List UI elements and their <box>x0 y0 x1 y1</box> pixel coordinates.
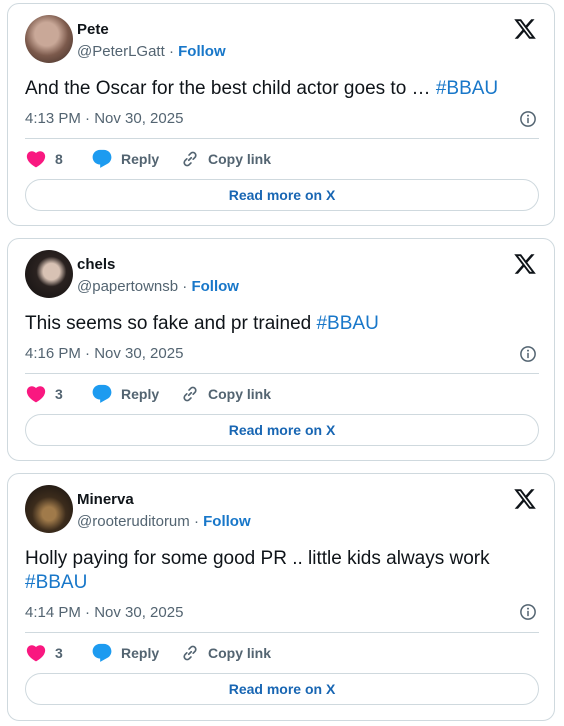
heart-icon <box>25 148 47 170</box>
follow-link[interactable]: Follow <box>191 278 239 295</box>
timestamp[interactable]: 4:14 PM · Nov 30, 2025 <box>25 604 183 621</box>
hashtag-link[interactable]: #BBAU <box>25 572 87 593</box>
hashtag-link[interactable]: #BBAU <box>316 313 378 334</box>
like-count: 3 <box>55 386 63 402</box>
link-icon <box>180 384 200 404</box>
tweet-card[interactable]: Pete @PeterLGatt · Follow And the Oscar … <box>7 3 555 226</box>
heart-icon <box>25 383 47 405</box>
avatar[interactable] <box>25 485 73 533</box>
copy-link-label: Copy link <box>208 645 272 661</box>
separator: · <box>168 43 174 60</box>
x-logo-icon[interactable] <box>513 487 537 511</box>
reply-button[interactable]: Reply <box>91 641 159 665</box>
copy-link-button[interactable]: Copy link <box>180 382 271 406</box>
author-name[interactable]: Minerva <box>77 491 134 508</box>
tweet-body: This seems so fake and pr trained <box>25 313 317 334</box>
read-more-button[interactable]: Read more on X <box>25 414 539 446</box>
reply-icon <box>91 642 113 664</box>
tweet-card[interactable]: Minerva @rooteruditorum · Follow Holly p… <box>7 473 555 721</box>
reply-button[interactable]: Reply <box>91 147 159 171</box>
timestamp[interactable]: 4:16 PM · Nov 30, 2025 <box>25 345 183 362</box>
hashtag-link[interactable]: #BBAU <box>436 78 498 99</box>
timestamp[interactable]: 4:13 PM · Nov 30, 2025 <box>25 110 183 127</box>
read-more-button[interactable]: Read more on X <box>25 179 539 211</box>
copy-link-label: Copy link <box>208 386 272 402</box>
info-icon[interactable] <box>519 345 537 363</box>
tweet-body: And the Oscar for the best child actor g… <box>25 78 436 99</box>
separator: · <box>182 278 188 295</box>
link-icon <box>180 149 200 169</box>
separator: · <box>193 513 199 530</box>
author-handle[interactable]: @rooteruditorum <box>77 513 190 530</box>
follow-link[interactable]: Follow <box>203 513 251 530</box>
avatar[interactable] <box>25 250 73 298</box>
info-icon[interactable] <box>519 110 537 128</box>
reply-label: Reply <box>121 386 160 402</box>
like-button[interactable]: 8 <box>25 147 63 171</box>
x-logo-icon[interactable] <box>513 17 537 41</box>
read-more-button[interactable]: Read more on X <box>25 673 539 705</box>
like-count: 8 <box>55 151 63 167</box>
copy-link-button[interactable]: Copy link <box>180 147 271 171</box>
tweet-body: Holly paying for some good PR .. little … <box>25 548 490 569</box>
reply-button[interactable]: Reply <box>91 382 159 406</box>
divider <box>25 373 539 374</box>
author-name[interactable]: chels <box>77 256 115 273</box>
tweet-text: Holly paying for some good PR .. little … <box>25 547 525 595</box>
like-button[interactable]: 3 <box>25 382 63 406</box>
heart-icon <box>25 642 47 664</box>
author-handle[interactable]: @papertownsb <box>77 278 178 295</box>
copy-link-label: Copy link <box>208 151 272 167</box>
like-count: 3 <box>55 645 63 661</box>
tweet-text: And the Oscar for the best child actor g… <box>25 77 535 101</box>
x-logo-icon[interactable] <box>513 252 537 276</box>
reply-icon <box>91 383 113 405</box>
info-icon[interactable] <box>519 603 537 621</box>
copy-link-button[interactable]: Copy link <box>180 641 271 665</box>
author-name[interactable]: Pete <box>77 21 109 38</box>
avatar[interactable] <box>25 15 73 63</box>
reply-label: Reply <box>121 151 160 167</box>
tweet-card[interactable]: chels @papertownsb · Follow This seems s… <box>7 238 555 461</box>
divider <box>25 632 539 633</box>
follow-link[interactable]: Follow <box>178 43 226 60</box>
link-icon <box>180 643 200 663</box>
author-handle[interactable]: @PeterLGatt <box>77 43 165 60</box>
divider <box>25 138 539 139</box>
reply-icon <box>91 148 113 170</box>
tweet-text: This seems so fake and pr trained #BBAU <box>25 312 535 336</box>
like-button[interactable]: 3 <box>25 641 63 665</box>
reply-label: Reply <box>121 645 160 661</box>
